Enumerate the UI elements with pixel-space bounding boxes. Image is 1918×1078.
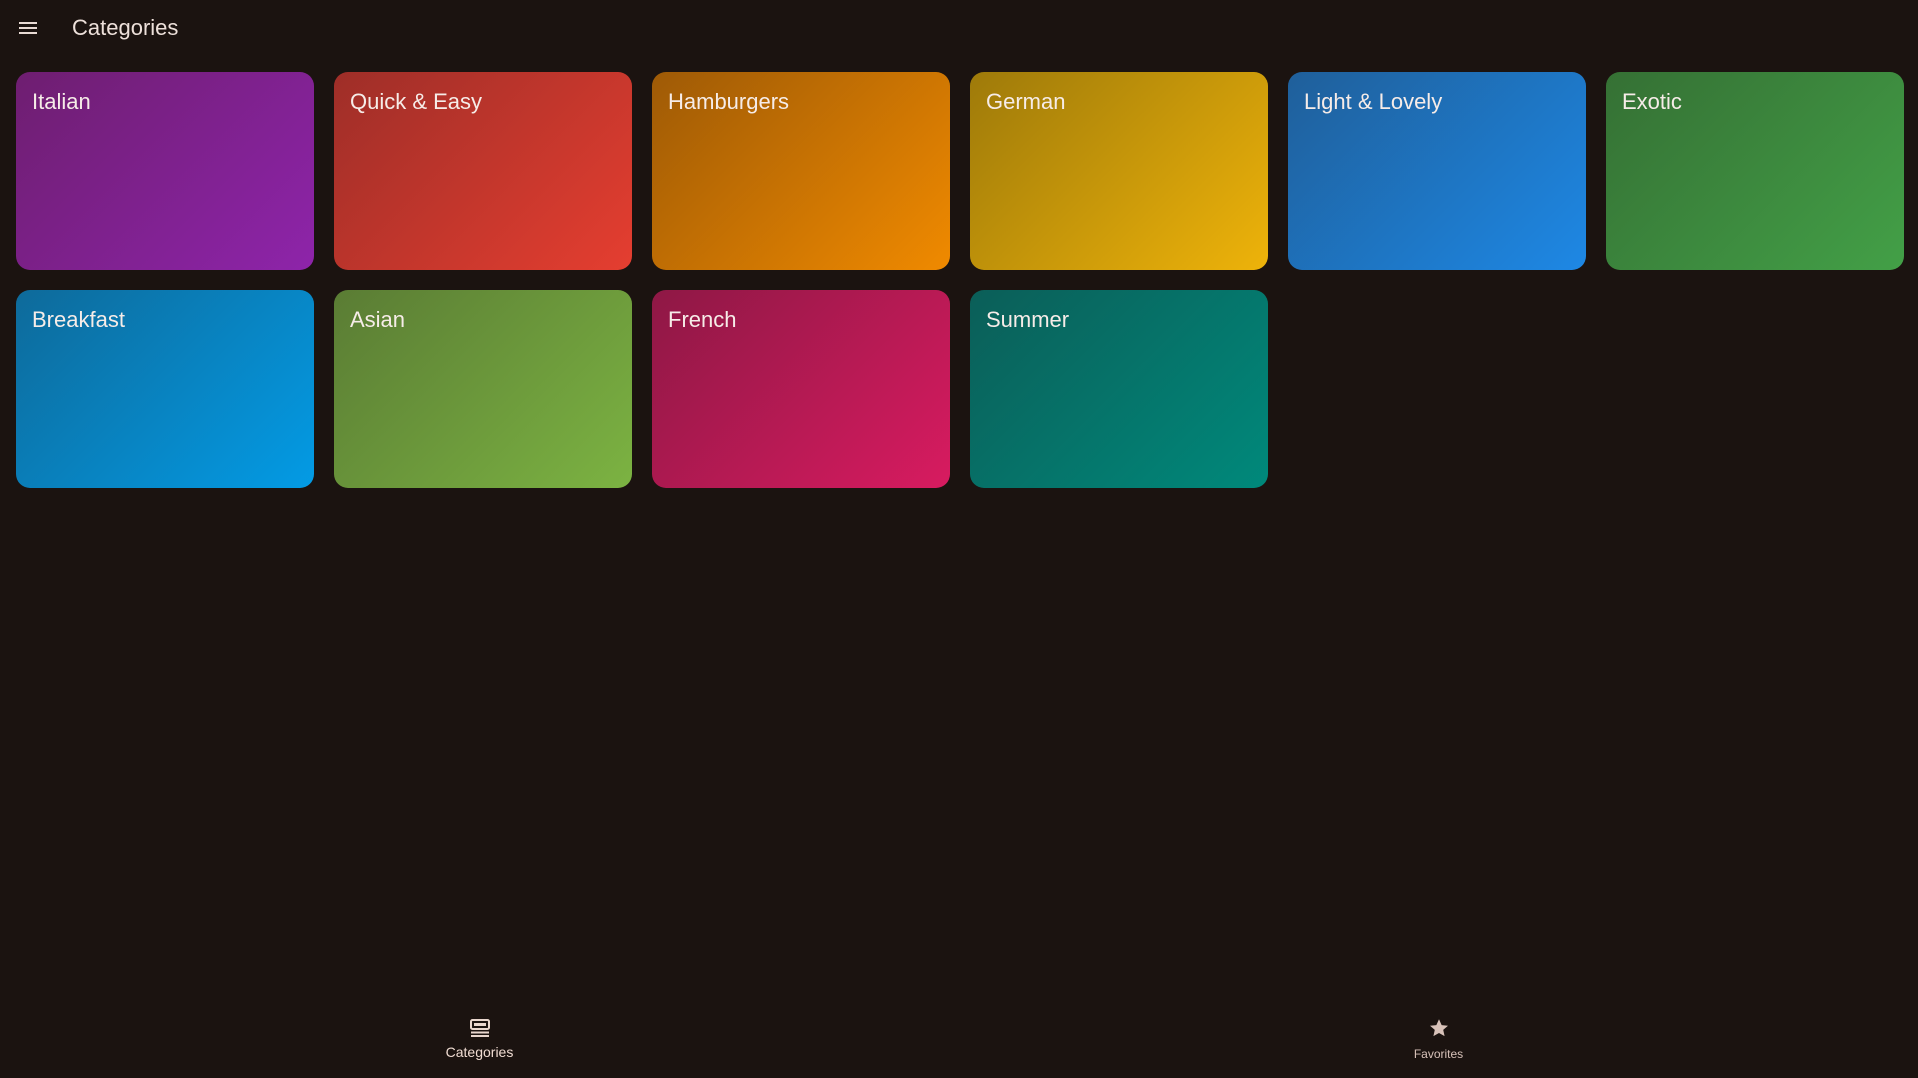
category-card-summer[interactable]: Summer — [970, 290, 1268, 488]
nav-label-categories: Categories — [445, 1044, 514, 1060]
page-title: Categories — [72, 15, 179, 40]
category-card-italian[interactable]: Italian — [16, 72, 314, 270]
category-grid: Italian Quick & Easy Hamburgers German Light… — [16, 72, 1904, 488]
category-card-label: Summer — [986, 307, 1070, 332]
top-app-bar: Categories — [0, 0, 1918, 56]
category-card-label: Hamburgers — [668, 89, 790, 114]
app-root: Categories Italian Quick & Easy Hamburgers… — [0, 0, 1918, 1078]
category-card-label: French — [668, 307, 737, 332]
category-card-asian[interactable]: Asian — [334, 290, 632, 488]
category-card-label: Asian — [350, 307, 406, 332]
category-card-german[interactable]: German — [970, 72, 1268, 270]
nav-label-favorites: Favorites — [1413, 1047, 1464, 1061]
category-card-label: Light & Lovely — [1304, 89, 1443, 114]
menu-button[interactable] — [10, 10, 46, 46]
set-meal-icon — [468, 1016, 492, 1040]
category-card-label: Exotic — [1622, 89, 1682, 114]
category-card-french[interactable]: French — [652, 290, 950, 488]
category-card-label: Italian — [32, 89, 91, 114]
category-card-label: Quick & Easy — [350, 89, 483, 114]
nav-item-favorites[interactable]: Favorites — [959, 1000, 1918, 1078]
category-card-label: German — [986, 89, 1066, 114]
menu-icon — [18, 21, 38, 35]
category-card-label: Breakfast — [32, 307, 125, 332]
category-card-hamburgers[interactable]: Hamburgers — [652, 72, 950, 270]
category-card-exotic[interactable]: Exotic — [1606, 72, 1904, 270]
star-icon — [1427, 1016, 1451, 1040]
category-card-light-and-lovely[interactable]: Light & Lovely — [1288, 72, 1586, 270]
category-card-quick-and-easy[interactable]: Quick & Easy — [334, 72, 632, 270]
category-card-breakfast[interactable]: Breakfast — [16, 290, 314, 488]
nav-item-categories[interactable]: Categories — [0, 1000, 959, 1078]
bottom-navigation-bar: Categories Favorites — [0, 1000, 1918, 1078]
